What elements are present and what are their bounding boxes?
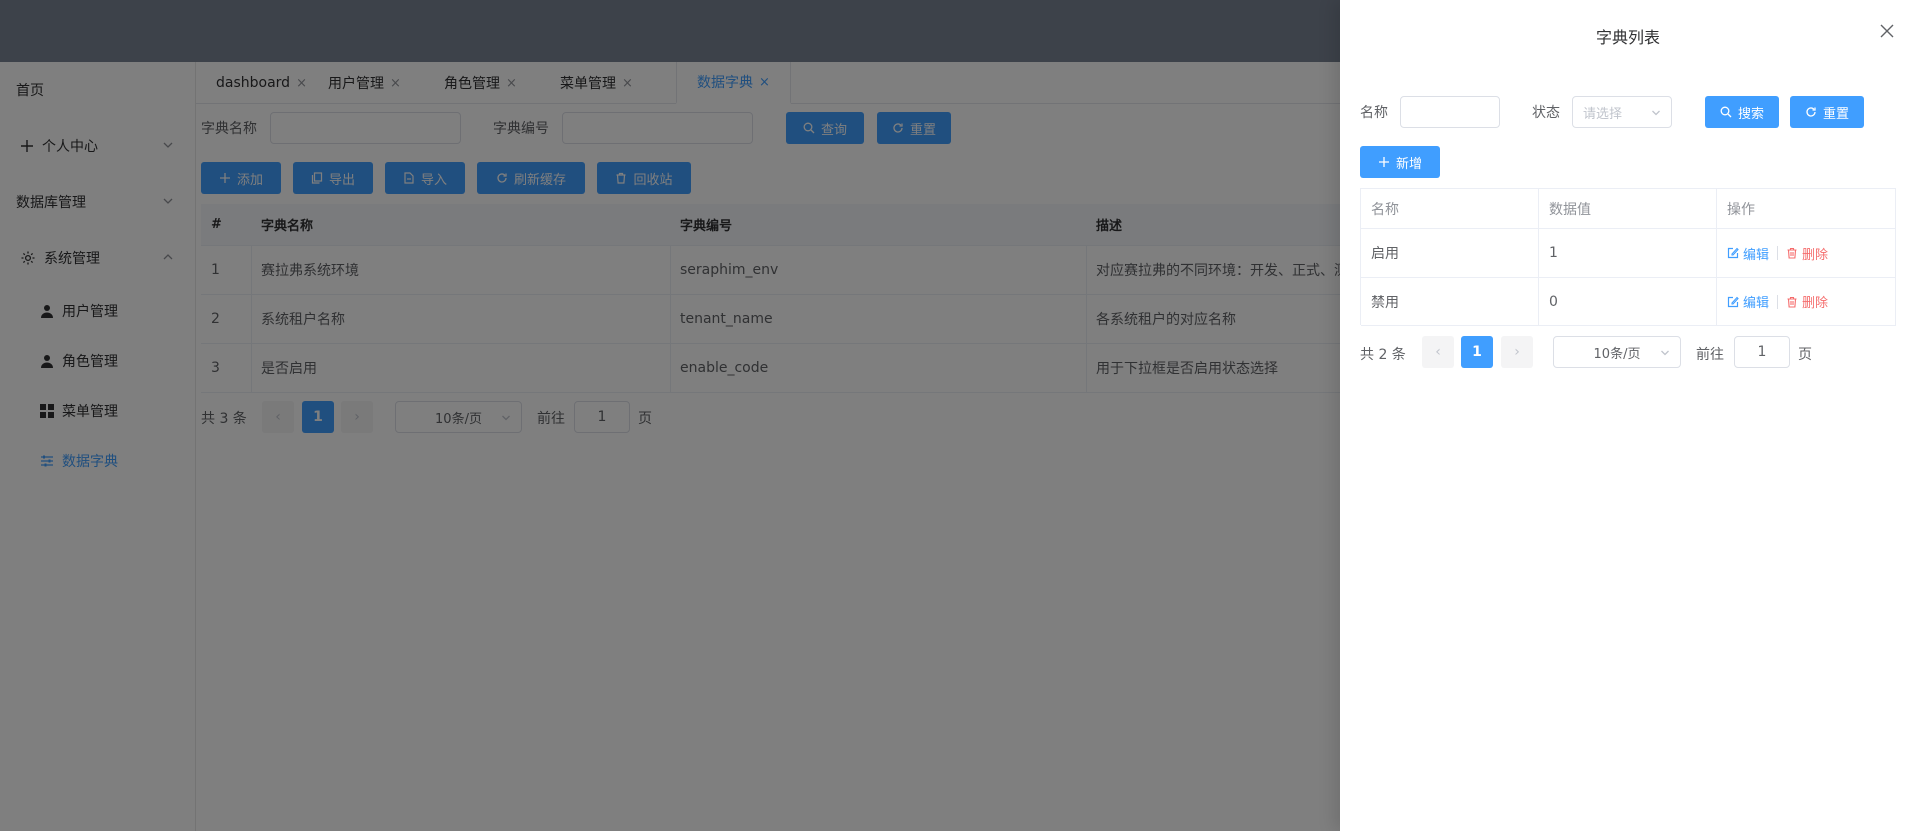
- divider: [1777, 246, 1779, 260]
- status-label: 状态: [1532, 105, 1560, 121]
- divider: [1777, 294, 1779, 309]
- delete-label: 删除: [1802, 247, 1829, 263]
- name-input[interactable]: [1400, 96, 1500, 128]
- action-cell: 编辑 删除: [1717, 278, 1896, 325]
- delete-label: 删除: [1802, 296, 1829, 311]
- next-page-button[interactable]: ›: [1501, 336, 1533, 368]
- search-button-label: 搜索: [1737, 106, 1764, 122]
- delete-button[interactable]: 删除: [1786, 244, 1828, 263]
- table-cell: 1: [1539, 229, 1717, 277]
- pagination-total: 共 2 条: [1360, 347, 1406, 363]
- table-row[interactable]: 禁用 0 编辑 删除: [1361, 278, 1896, 326]
- add-item-button[interactable]: 新增: [1360, 146, 1440, 178]
- table-header: 名称 数据值 操作: [1361, 189, 1896, 229]
- trash-icon: [1786, 296, 1798, 308]
- search-button[interactable]: 搜索: [1705, 96, 1779, 128]
- edit-icon: [1727, 296, 1739, 308]
- refresh-icon: [1805, 106, 1817, 118]
- action-cell: 编辑 删除: [1717, 229, 1896, 277]
- dictionary-items-table: 名称 数据值 操作 启用 1 编辑 删除 禁用 0 编辑 删除: [1360, 188, 1896, 326]
- edit-icon: [1727, 247, 1739, 259]
- reset-button[interactable]: 重置: [1790, 96, 1864, 128]
- edit-label: 编辑: [1743, 247, 1770, 263]
- chevron-left-icon: ‹: [1435, 344, 1441, 360]
- page-size-select[interactable]: 10条/页: [1553, 336, 1681, 368]
- page-unit-label: 页: [1798, 347, 1812, 363]
- column-header: 操作: [1717, 189, 1896, 228]
- drawer-title: 字典列表: [1595, 28, 1660, 47]
- edit-button[interactable]: 编辑: [1727, 292, 1769, 311]
- delete-button[interactable]: 删除: [1786, 292, 1828, 311]
- status-placeholder: 请选择: [1583, 106, 1623, 122]
- edit-label: 编辑: [1743, 296, 1770, 311]
- chevron-down-icon: [1651, 108, 1661, 118]
- column-header: 数据值: [1539, 189, 1717, 228]
- page-size-value: 10条/页: [1593, 346, 1641, 362]
- reset-button-label: 重置: [1822, 106, 1849, 122]
- chevron-right-icon: ›: [1514, 344, 1520, 360]
- dictionary-list-drawer: 字典列表 名称 状态 请选择 搜索 重置 新增 名称 数据值 操作 启用 1 编…: [1340, 0, 1916, 831]
- goto-label: 前往: [1696, 347, 1724, 363]
- table-cell: 禁用: [1361, 278, 1539, 325]
- goto-page-input[interactable]: 1: [1734, 336, 1790, 368]
- plus-icon: [1378, 156, 1390, 168]
- close-icon[interactable]: [1880, 24, 1894, 38]
- table-cell: 0: [1539, 278, 1717, 325]
- search-icon: [1720, 106, 1732, 118]
- add-item-button-label: 新增: [1395, 156, 1422, 172]
- prev-page-button[interactable]: ‹: [1422, 336, 1454, 368]
- table-cell: 启用: [1361, 229, 1539, 277]
- column-header: 名称: [1361, 189, 1539, 228]
- edit-button[interactable]: 编辑: [1727, 244, 1769, 263]
- trash-icon: [1786, 247, 1798, 259]
- chevron-down-icon: [1660, 348, 1670, 358]
- name-label: 名称: [1360, 105, 1388, 121]
- table-row[interactable]: 启用 1 编辑 删除: [1361, 229, 1896, 278]
- status-select[interactable]: 请选择: [1572, 96, 1672, 128]
- page-number-button[interactable]: 1: [1461, 336, 1493, 368]
